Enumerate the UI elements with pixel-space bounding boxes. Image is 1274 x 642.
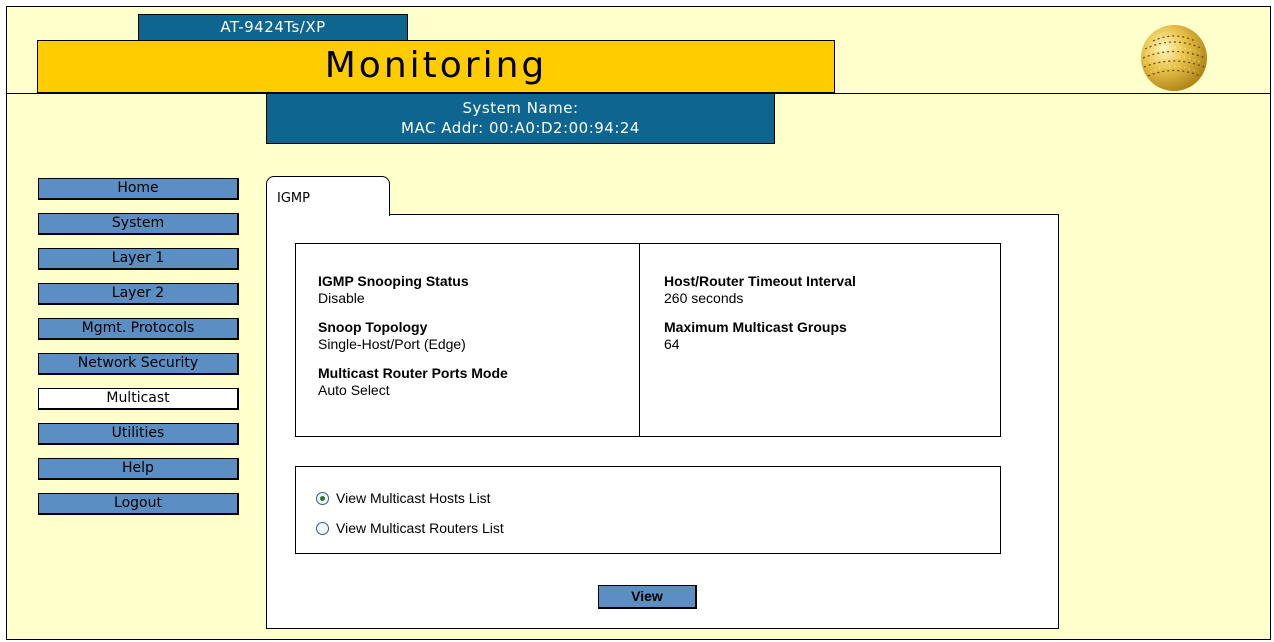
snooping-status-field: IGMP Snooping Status Disable — [318, 272, 639, 307]
hosts-list-label[interactable]: View Multicast Hosts List — [336, 490, 491, 506]
nav-system-button[interactable]: System — [38, 213, 239, 235]
timeout-interval-field: Host/Router Timeout Interval 260 seconds — [664, 272, 1000, 307]
routers-list-radio[interactable] — [316, 521, 329, 535]
nav-mgmt-protocols-button[interactable]: Mgmt. Protocols — [38, 318, 239, 340]
nav-help-button[interactable]: Help — [38, 458, 239, 480]
router-ports-mode-label: Multicast Router Ports Mode — [318, 365, 508, 381]
igmp-info-box: IGMP Snooping Status Disable Snoop Topol… — [295, 243, 1001, 437]
globe-logo-icon — [1141, 25, 1207, 91]
system-info: System Name: MAC Addr: 00:A0:D2:00:94:24 — [266, 94, 775, 144]
view-options-box: View Multicast Hosts List View Multicast… — [295, 466, 1001, 554]
nav-layer1-button[interactable]: Layer 1 — [38, 248, 239, 270]
router-ports-mode-value: Auto Select — [318, 382, 390, 398]
snoop-topology-label: Snoop Topology — [318, 319, 428, 335]
side-nav: Home System Layer 1 Layer 2 Mgmt. Protoc… — [38, 178, 239, 528]
igmp-panel: IGMP Snooping Status Disable Snoop Topol… — [266, 214, 1059, 629]
snoop-topology-field: Snoop Topology Single-Host/Port (Edge) — [318, 318, 639, 353]
tab-igmp[interactable]: IGMP — [266, 176, 390, 216]
nav-home-button[interactable]: Home — [38, 178, 239, 200]
snooping-status-value: Disable — [318, 290, 365, 306]
max-groups-field: Maximum Multicast Groups 64 — [664, 318, 1000, 353]
nav-network-security-button[interactable]: Network Security — [38, 353, 239, 375]
page-frame: AT-9424Ts/XP Monitoring System Name: MAC… — [6, 6, 1271, 640]
nav-logout-button[interactable]: Logout — [38, 493, 239, 515]
info-column-right: Host/Router Timeout Interval 260 seconds… — [640, 244, 1000, 436]
max-groups-label: Maximum Multicast Groups — [664, 319, 847, 335]
mac-address: MAC Addr: 00:A0:D2:00:94:24 — [401, 119, 640, 137]
timeout-interval-value: 260 seconds — [664, 290, 744, 306]
routers-list-label[interactable]: View Multicast Routers List — [336, 520, 504, 536]
page-title: Monitoring — [37, 40, 835, 93]
routers-list-option[interactable]: View Multicast Routers List — [316, 519, 1000, 537]
router-ports-mode-field: Multicast Router Ports Mode Auto Select — [318, 364, 639, 399]
system-name: System Name: — [462, 99, 579, 117]
info-column-left: IGMP Snooping Status Disable Snoop Topol… — [296, 244, 640, 436]
view-button[interactable]: View — [598, 585, 697, 609]
nav-utilities-button[interactable]: Utilities — [38, 423, 239, 445]
nav-multicast-button[interactable]: Multicast — [38, 388, 239, 410]
hosts-list-option[interactable]: View Multicast Hosts List — [316, 489, 1000, 507]
snooping-status-label: IGMP Snooping Status — [318, 273, 469, 289]
hosts-list-radio[interactable] — [316, 491, 329, 505]
snoop-topology-value: Single-Host/Port (Edge) — [318, 336, 466, 352]
timeout-interval-label: Host/Router Timeout Interval — [664, 273, 856, 289]
model-label: AT-9424Ts/XP — [138, 14, 408, 40]
max-groups-value: 64 — [664, 336, 680, 352]
nav-layer2-button[interactable]: Layer 2 — [38, 283, 239, 305]
